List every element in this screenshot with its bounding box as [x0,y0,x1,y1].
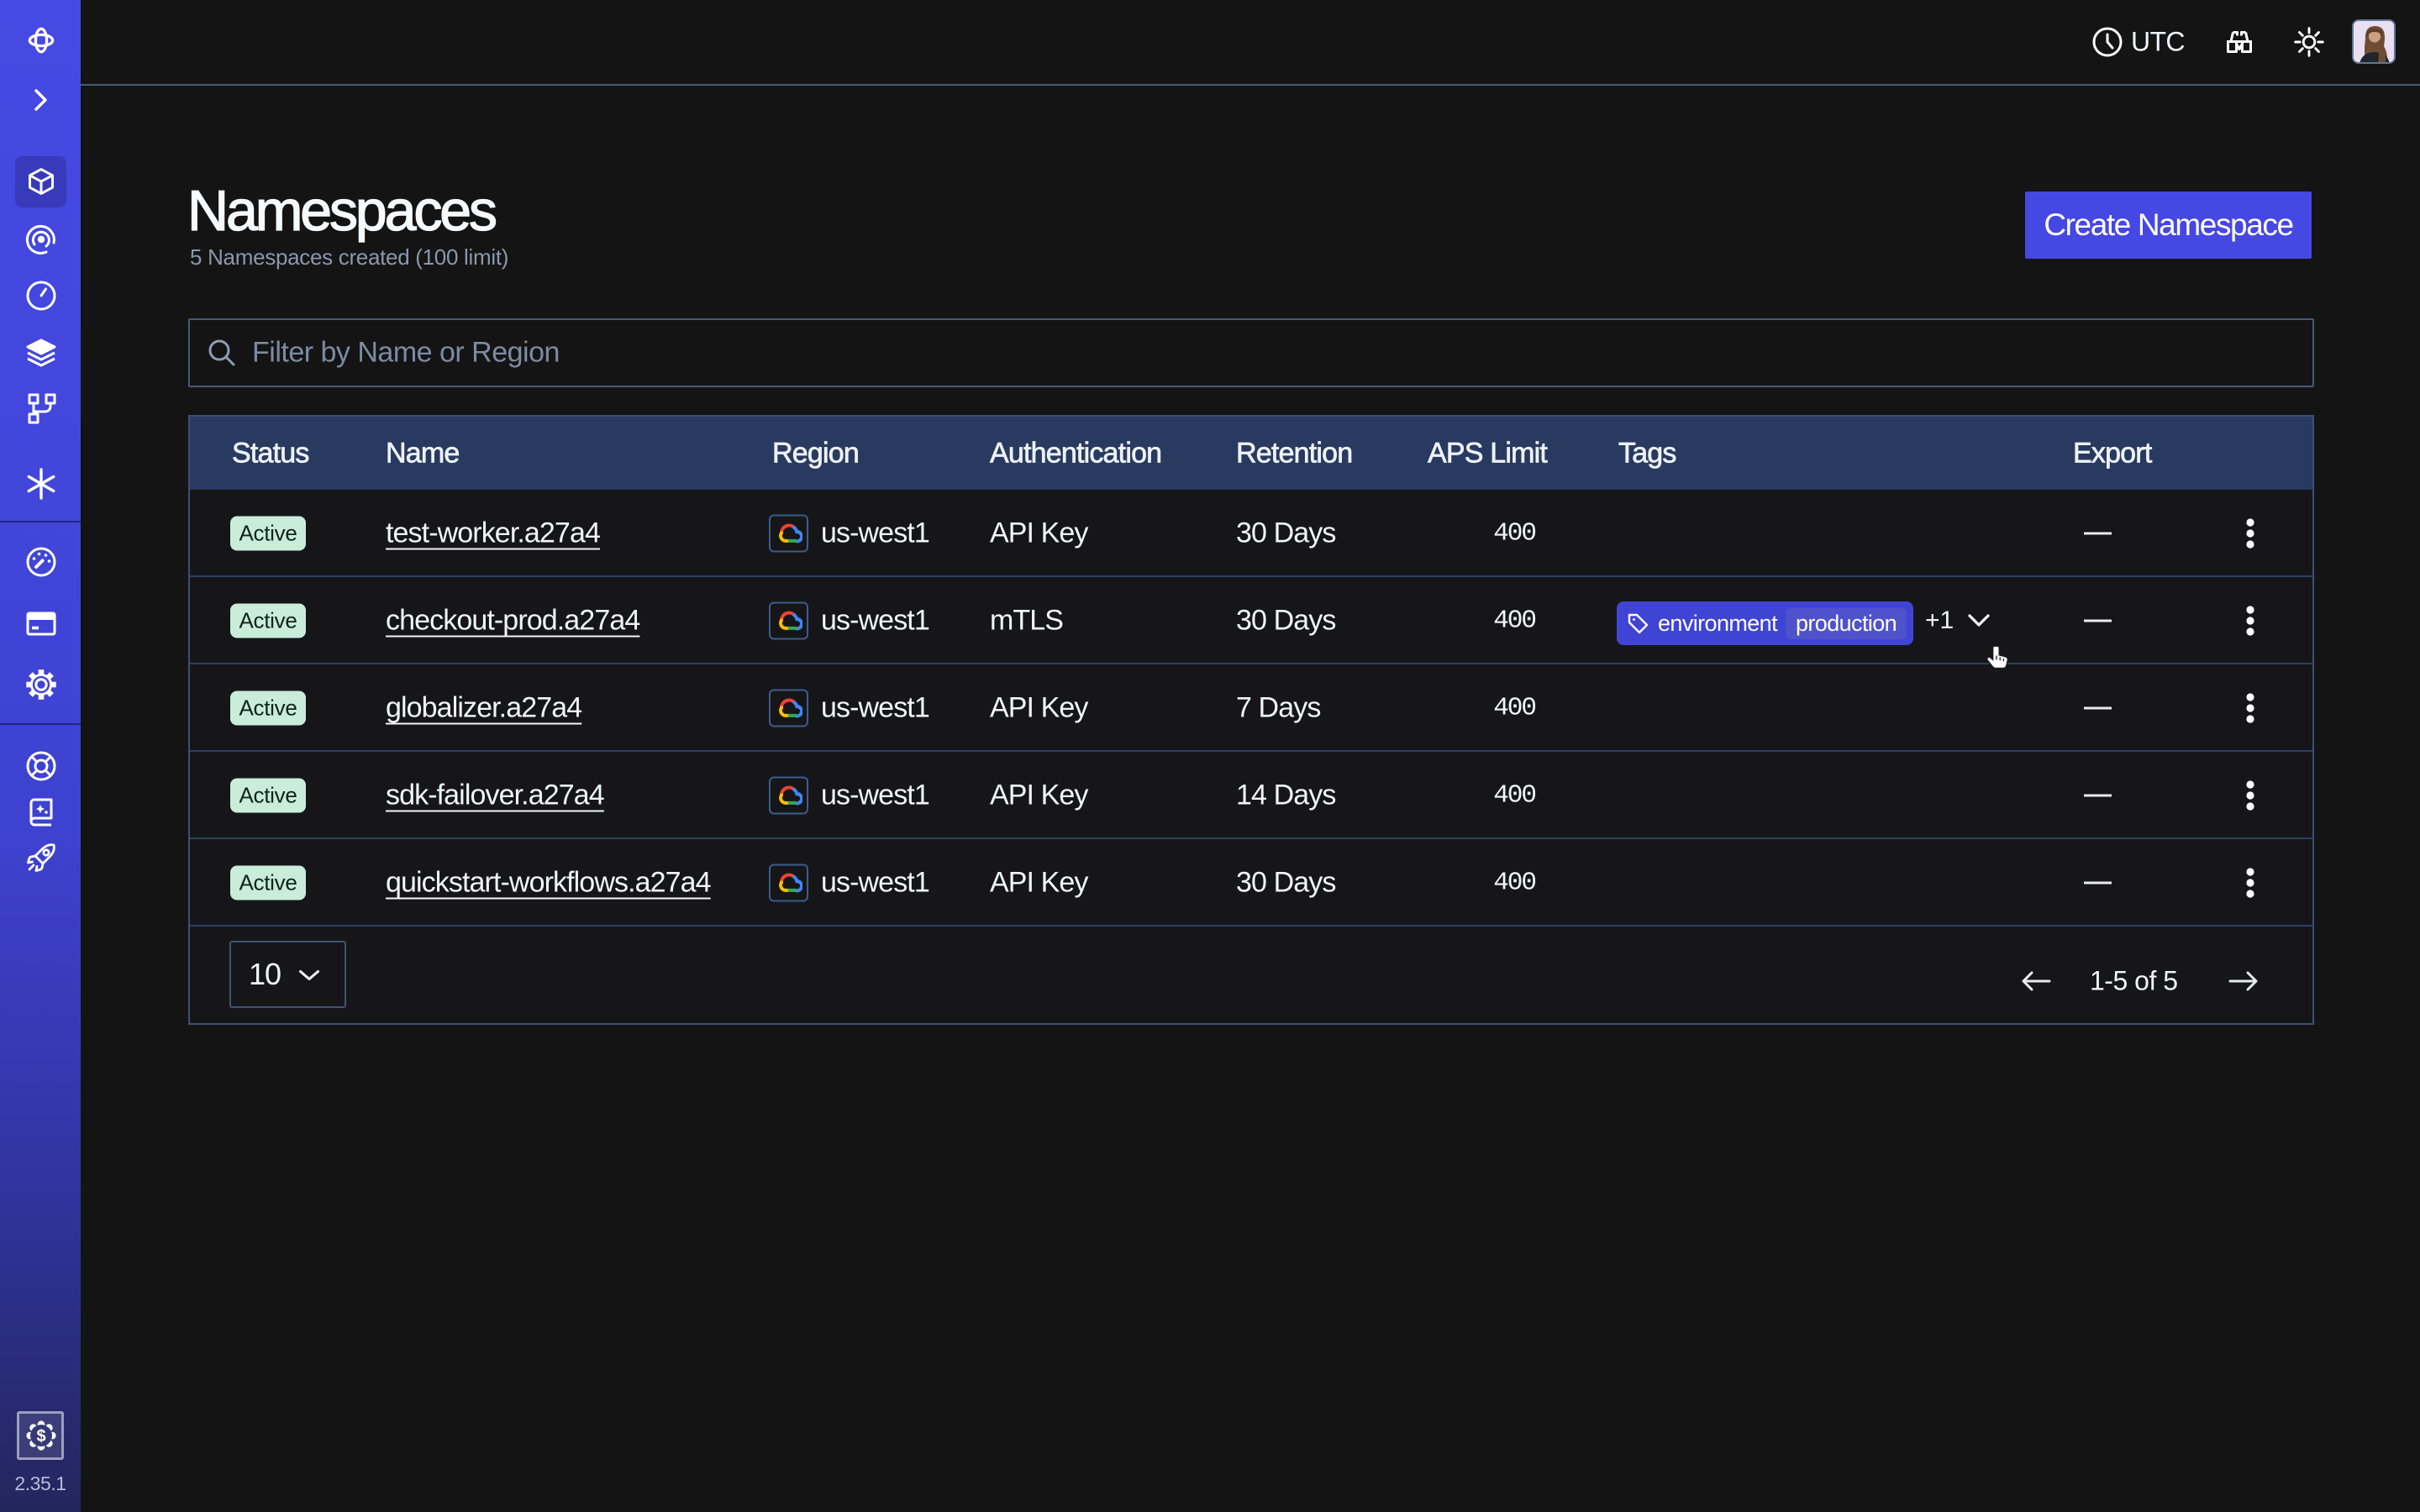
svg-text:$: $ [36,1427,45,1446]
